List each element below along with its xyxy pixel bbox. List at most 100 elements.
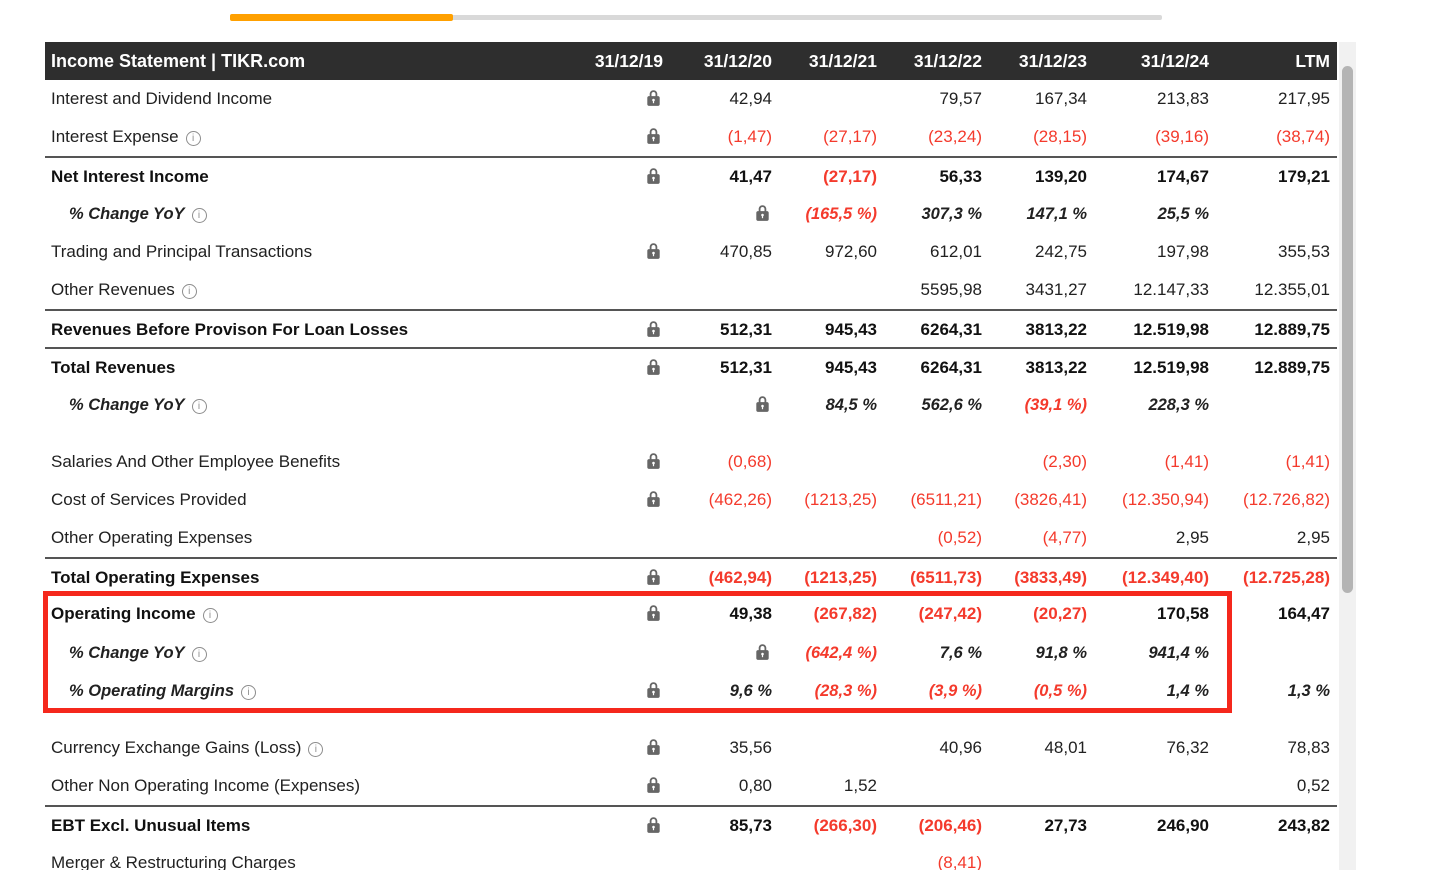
lock-icon[interactable] xyxy=(575,233,663,271)
row-label[interactable]: Trading and Principal Transactions xyxy=(45,233,575,271)
table-row[interactable]: Other Non Operating Income (Expenses)0,8… xyxy=(45,767,1337,805)
info-icon[interactable]: i xyxy=(192,647,207,662)
value-cell: (27,17) xyxy=(772,158,877,194)
table-row[interactable]: Net Interest Income41,47(27,17)56,33139,… xyxy=(45,156,1337,194)
row-label[interactable]: Currency Exchange Gains (Loss)i xyxy=(45,729,575,767)
table-row[interactable]: % Change YoYi(165,5 %)307,3 %147,1 %25,5… xyxy=(45,195,1337,233)
lock-icon[interactable] xyxy=(575,481,663,519)
table-row[interactable]: % Operating Marginsi9,6 %(28,3 %)(3,9 %)… xyxy=(45,672,1337,710)
lock-icon[interactable] xyxy=(575,729,663,767)
table-row[interactable]: EBT Excl. Unusual Items85,73(266,30)(206… xyxy=(45,805,1337,843)
value-cell: 56,33 xyxy=(877,158,982,194)
column-header-31-12-20: 31/12/20 xyxy=(663,42,772,80)
row-label-text: % Change YoY xyxy=(69,205,185,223)
lock-icon[interactable] xyxy=(575,349,663,385)
table-row[interactable]: Other Operating Expenses(0,52)(4,77)2,95… xyxy=(45,519,1337,557)
info-icon[interactable]: i xyxy=(182,284,197,299)
row-label[interactable]: Other Non Operating Income (Expenses) xyxy=(45,767,575,805)
value-cell xyxy=(877,767,982,805)
table-row[interactable]: Cost of Services Provided(462,26)(1213,2… xyxy=(45,481,1337,519)
lock-icon[interactable] xyxy=(663,634,772,672)
lock-icon[interactable] xyxy=(575,559,663,595)
table-row[interactable]: Currency Exchange Gains (Loss)i35,5640,9… xyxy=(45,729,1337,767)
table-row[interactable]: Interest Expensei(1,47)(27,17)(23,24)(28… xyxy=(45,118,1337,156)
table-row[interactable]: Trading and Principal Transactions470,85… xyxy=(45,233,1337,271)
value-cell: (462,26) xyxy=(663,481,772,519)
horizontal-scrollbar-thumb[interactable] xyxy=(230,14,453,21)
table-row[interactable]: Interest and Dividend Income42,9479,5716… xyxy=(45,80,1337,118)
row-label[interactable]: Interest Expense i xyxy=(45,118,575,156)
lock-icon[interactable] xyxy=(575,443,663,481)
value-cell: (2,30) xyxy=(982,443,1087,481)
info-icon[interactable]: i xyxy=(308,742,323,757)
table-row[interactable]: Total Revenues512,31945,436264,313813,22… xyxy=(45,347,1337,385)
row-label[interactable]: Merger & Restructuring Charges xyxy=(45,844,575,870)
value-cell xyxy=(982,767,1087,805)
vertical-scrollbar-thumb[interactable] xyxy=(1342,66,1353,593)
value-cell: 7,6 % xyxy=(877,634,982,672)
value-cell: 12.147,33 xyxy=(1087,271,1209,309)
lock-icon[interactable] xyxy=(575,158,663,194)
value-cell: (247,42) xyxy=(877,595,982,633)
column-header-31-12-19: 31/12/19 xyxy=(575,42,663,80)
value-cell: 512,31 xyxy=(663,311,772,347)
value-cell: (462,94) xyxy=(663,559,772,595)
lock-icon[interactable] xyxy=(575,118,663,156)
table-row[interactable]: Revenues Before Provison For Loan Losses… xyxy=(45,309,1337,347)
table-row[interactable]: Operating Incomei49,38(267,82)(247,42)(2… xyxy=(45,595,1337,633)
row-label[interactable]: Net Interest Income xyxy=(45,158,575,194)
value-cell: 243,82 xyxy=(1209,807,1330,843)
row-label[interactable]: Cost of Services Provided xyxy=(45,481,575,519)
row-label[interactable]: % Change YoYi xyxy=(45,634,575,672)
row-label[interactable]: EBT Excl. Unusual Items xyxy=(45,807,575,843)
row-label-text: % Change YoY xyxy=(69,396,185,414)
lock-icon[interactable] xyxy=(575,807,663,843)
row-label[interactable]: % Operating Marginsi xyxy=(45,672,575,710)
table-row[interactable]: Total Operating Expenses(462,94)(1213,25… xyxy=(45,557,1337,595)
value-cell: (1,47) xyxy=(663,118,772,156)
table-row[interactable]: Salaries And Other Employee Benefits(0,6… xyxy=(45,443,1337,481)
row-label[interactable]: Revenues Before Provison For Loan Losses xyxy=(45,311,575,347)
value-cell: (1,41) xyxy=(1087,443,1209,481)
row-label[interactable]: Total Revenues xyxy=(45,349,575,385)
value-cell xyxy=(1209,195,1330,233)
info-icon[interactable]: i xyxy=(186,131,201,146)
row-label[interactable]: Interest and Dividend Income xyxy=(45,80,575,118)
lock-icon[interactable] xyxy=(575,595,663,633)
value-cell: 12.519,98 xyxy=(1087,311,1209,347)
table-row[interactable]: Merger & Restructuring Charges(8,41) xyxy=(45,844,1337,870)
table-row[interactable]: % Change YoYi84,5 %562,6 %(39,1 %)228,3 … xyxy=(45,386,1337,424)
value-cell: (642,4 %) xyxy=(772,634,877,672)
value-cell: 9,6 % xyxy=(663,672,772,710)
row-label[interactable]: Salaries And Other Employee Benefits xyxy=(45,443,575,481)
info-icon[interactable]: i xyxy=(241,685,256,700)
value-cell: 612,01 xyxy=(877,233,982,271)
vertical-scrollbar-track[interactable] xyxy=(1339,42,1356,870)
value-cell xyxy=(663,519,772,557)
row-label-text: Interest Expense xyxy=(51,127,179,146)
row-label[interactable]: Other Operating Expenses xyxy=(45,519,575,557)
lock-icon[interactable] xyxy=(575,80,663,118)
info-icon[interactable]: i xyxy=(192,399,207,414)
value-cell: 167,34 xyxy=(982,80,1087,118)
info-icon[interactable]: i xyxy=(192,208,207,223)
value-cell: (28,15) xyxy=(982,118,1087,156)
lock-icon[interactable] xyxy=(663,386,772,424)
value-cell: 6264,31 xyxy=(877,311,982,347)
row-label[interactable]: Total Operating Expenses xyxy=(45,559,575,595)
row-label[interactable]: Operating Incomei xyxy=(45,595,575,633)
row-label-text: Merger & Restructuring Charges xyxy=(51,853,296,870)
horizontal-scrollbar-track[interactable] xyxy=(230,15,1162,20)
value-cell: 25,5 % xyxy=(1087,195,1209,233)
lock-icon[interactable] xyxy=(575,767,663,805)
lock-icon[interactable] xyxy=(575,672,663,710)
info-icon[interactable]: i xyxy=(203,608,218,623)
table-row[interactable]: Other Revenuesi5595,983431,2712.147,3312… xyxy=(45,271,1337,309)
table-row[interactable]: % Change YoYi(642,4 %)7,6 %91,8 %941,4 % xyxy=(45,634,1337,672)
value-cell: 355,53 xyxy=(1209,233,1330,271)
row-label[interactable]: Other Revenuesi xyxy=(45,271,575,309)
lock-icon[interactable] xyxy=(575,311,663,347)
row-label[interactable]: % Change YoY i xyxy=(45,386,575,424)
row-label[interactable]: % Change YoY i xyxy=(45,195,575,233)
lock-icon[interactable] xyxy=(663,195,772,233)
